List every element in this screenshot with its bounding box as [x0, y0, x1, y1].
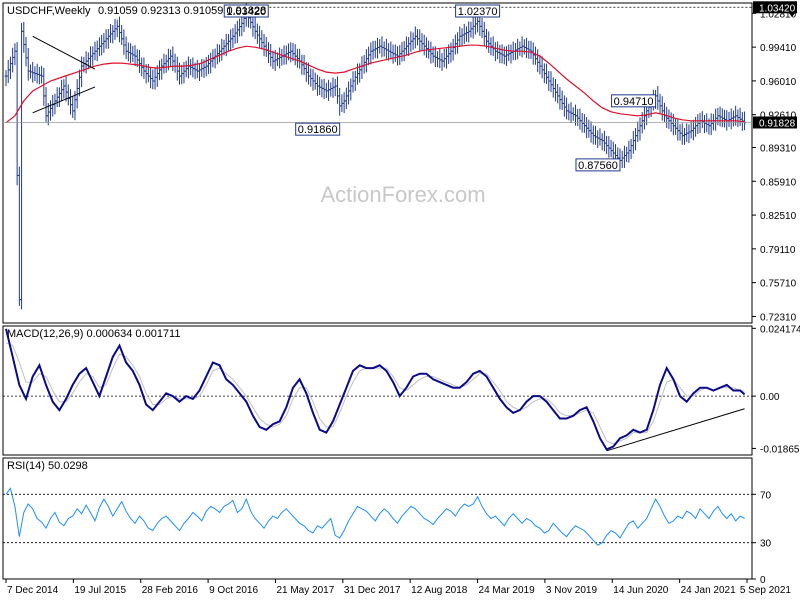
macd-y-tick-label: 0.024174 [760, 324, 800, 335]
rsi-y-tick-label: 70 [760, 490, 772, 501]
price-annotation-label: 0.87560 [578, 160, 618, 172]
x-tick-label: 3 Nov 2019 [546, 585, 598, 596]
top-level-price-label: 1.03420 [759, 3, 796, 14]
macd-panel-title: MACD(12,26,9) 0.000634 0.001711 [7, 328, 180, 340]
price-y-tick-label: 0.85910 [760, 177, 797, 188]
x-tick-label: 12 Aug 2018 [411, 585, 468, 596]
x-tick-label: 28 Feb 2016 [142, 585, 199, 596]
x-tick-label: 9 Oct 2016 [209, 585, 258, 596]
price-y-tick-label: 0.75710 [760, 279, 797, 290]
price-y-tick-label: 0.89310 [760, 143, 797, 154]
price-y-tick-label: 0.99410 [760, 43, 797, 54]
price-y-tick-label: 0.79110 [760, 245, 796, 256]
x-tick-label: 7 Dec 2014 [7, 585, 59, 596]
x-tick-label: 21 May 2017 [276, 585, 334, 596]
macd-y-tick-label: 0.00 [760, 392, 780, 403]
price-annotation-label: 1.02370 [458, 6, 498, 18]
price-annotation-label: 0.91860 [298, 124, 338, 136]
price-ohlc-readout: 0.91059 0.92313 0.91059 0.91828 [98, 5, 266, 17]
x-tick-label: 19 Jul 2015 [74, 585, 126, 596]
rsi-panel-title: RSI(14) 50.0298 [7, 460, 88, 472]
chart-background [0, 0, 800, 600]
macd-y-tick-label: -0.018653 [760, 444, 800, 455]
x-tick-label: 14 Jun 2020 [613, 585, 668, 596]
price-annotation-label: 0.94710 [614, 96, 654, 108]
x-tick-label: 24 Jan 2021 [681, 585, 736, 596]
price-y-tick-label: 0.82510 [760, 211, 797, 222]
x-tick-label: 5 Sep 2021 [740, 585, 792, 596]
usdchf-weekly-chart: ActionForex.com 1.03420 1.02370 0.91860 0.9… [0, 0, 800, 600]
rsi-y-tick-label: 30 [760, 539, 772, 550]
price-panel-title: USDCHF,Weekly [7, 5, 91, 17]
watermark: ActionForex.com [320, 182, 485, 207]
price-y-tick-label: 0.72310 [760, 312, 797, 323]
price-y-tick-label: 0.96010 [760, 77, 797, 88]
x-tick-label: 24 Mar 2019 [479, 585, 536, 596]
x-tick-label: 31 Dec 2017 [344, 585, 401, 596]
current-price-label: 0.91828 [759, 118, 796, 129]
